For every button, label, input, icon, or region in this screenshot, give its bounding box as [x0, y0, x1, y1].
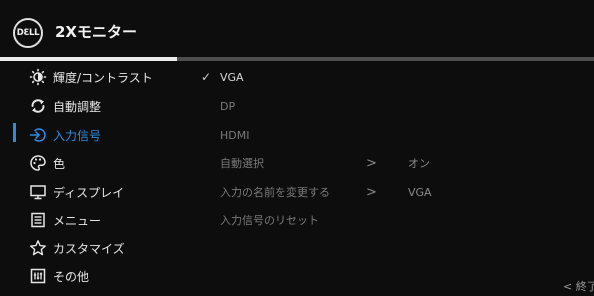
- menu-item-menu[interactable]: メニュー: [0, 207, 185, 233]
- menu-item-input-source[interactable]: 入力信号: [0, 122, 185, 148]
- menu-item-personalize[interactable]: カスタマイズ: [0, 235, 185, 261]
- menu-item-auto-adjust[interactable]: 自動調整: [0, 93, 185, 119]
- header-divider-active: [0, 57, 177, 61]
- menu-item-label: 輝度/コントラスト: [53, 70, 153, 85]
- menu-item-label: ディスプレイ: [53, 185, 125, 200]
- option-value: オン: [408, 157, 430, 170]
- option-label: 自動選択: [220, 157, 264, 170]
- menu-item-label: メニュー: [53, 213, 102, 228]
- option-dp[interactable]: DP: [196, 93, 496, 119]
- option-hdmi[interactable]: HDMI: [196, 122, 496, 148]
- color-palette-icon: [29, 154, 47, 172]
- menu-item-others[interactable]: その他: [0, 263, 185, 289]
- option-rename-inputs[interactable]: 入力の名前を変更する > VGA: [196, 179, 496, 205]
- option-reset-input-source[interactable]: 入力信号のリセット: [196, 207, 496, 233]
- option-auto-select[interactable]: 自動選択 > オン: [196, 150, 496, 176]
- dell-logo: DƐLL: [13, 18, 43, 48]
- display-icon: [29, 183, 47, 201]
- others-icon: [29, 267, 47, 285]
- option-label: VGA: [220, 70, 244, 84]
- menu-item-display[interactable]: ディスプレイ: [0, 179, 185, 205]
- monitor-title: 2Xモニター: [55, 23, 138, 41]
- menu-icon: [29, 211, 47, 229]
- menu-item-label: 色: [53, 156, 66, 171]
- menu-item-label: 入力信号: [53, 128, 102, 143]
- option-vga[interactable]: ✓ VGA: [196, 64, 496, 90]
- option-label: DP: [220, 99, 236, 113]
- header-divider: [177, 57, 594, 61]
- option-label: 入力の名前を変更する: [220, 186, 330, 199]
- brightness-icon: [29, 68, 47, 86]
- exit-button[interactable]: < 終了: [563, 278, 594, 294]
- chevron-right-icon: >: [366, 184, 377, 200]
- menu-item-label: 自動調整: [53, 99, 102, 114]
- osd-header: DƐLL 2Xモニター: [0, 0, 594, 58]
- menu-item-label: その他: [53, 269, 90, 284]
- option-label: 入力信号のリセット: [220, 214, 319, 227]
- option-label: HDMI: [220, 128, 250, 142]
- input-source-icon: [29, 126, 47, 144]
- option-value: VGA: [408, 185, 432, 199]
- menu-item-color[interactable]: 色: [0, 150, 185, 176]
- checkmark-icon: ✓: [201, 70, 212, 84]
- menu-item-brightness-contrast[interactable]: 輝度/コントラスト: [0, 64, 185, 90]
- star-icon: [29, 239, 47, 257]
- chevron-right-icon: >: [366, 155, 377, 171]
- auto-adjust-icon: [29, 97, 47, 115]
- menu-item-label: カスタマイズ: [53, 241, 125, 256]
